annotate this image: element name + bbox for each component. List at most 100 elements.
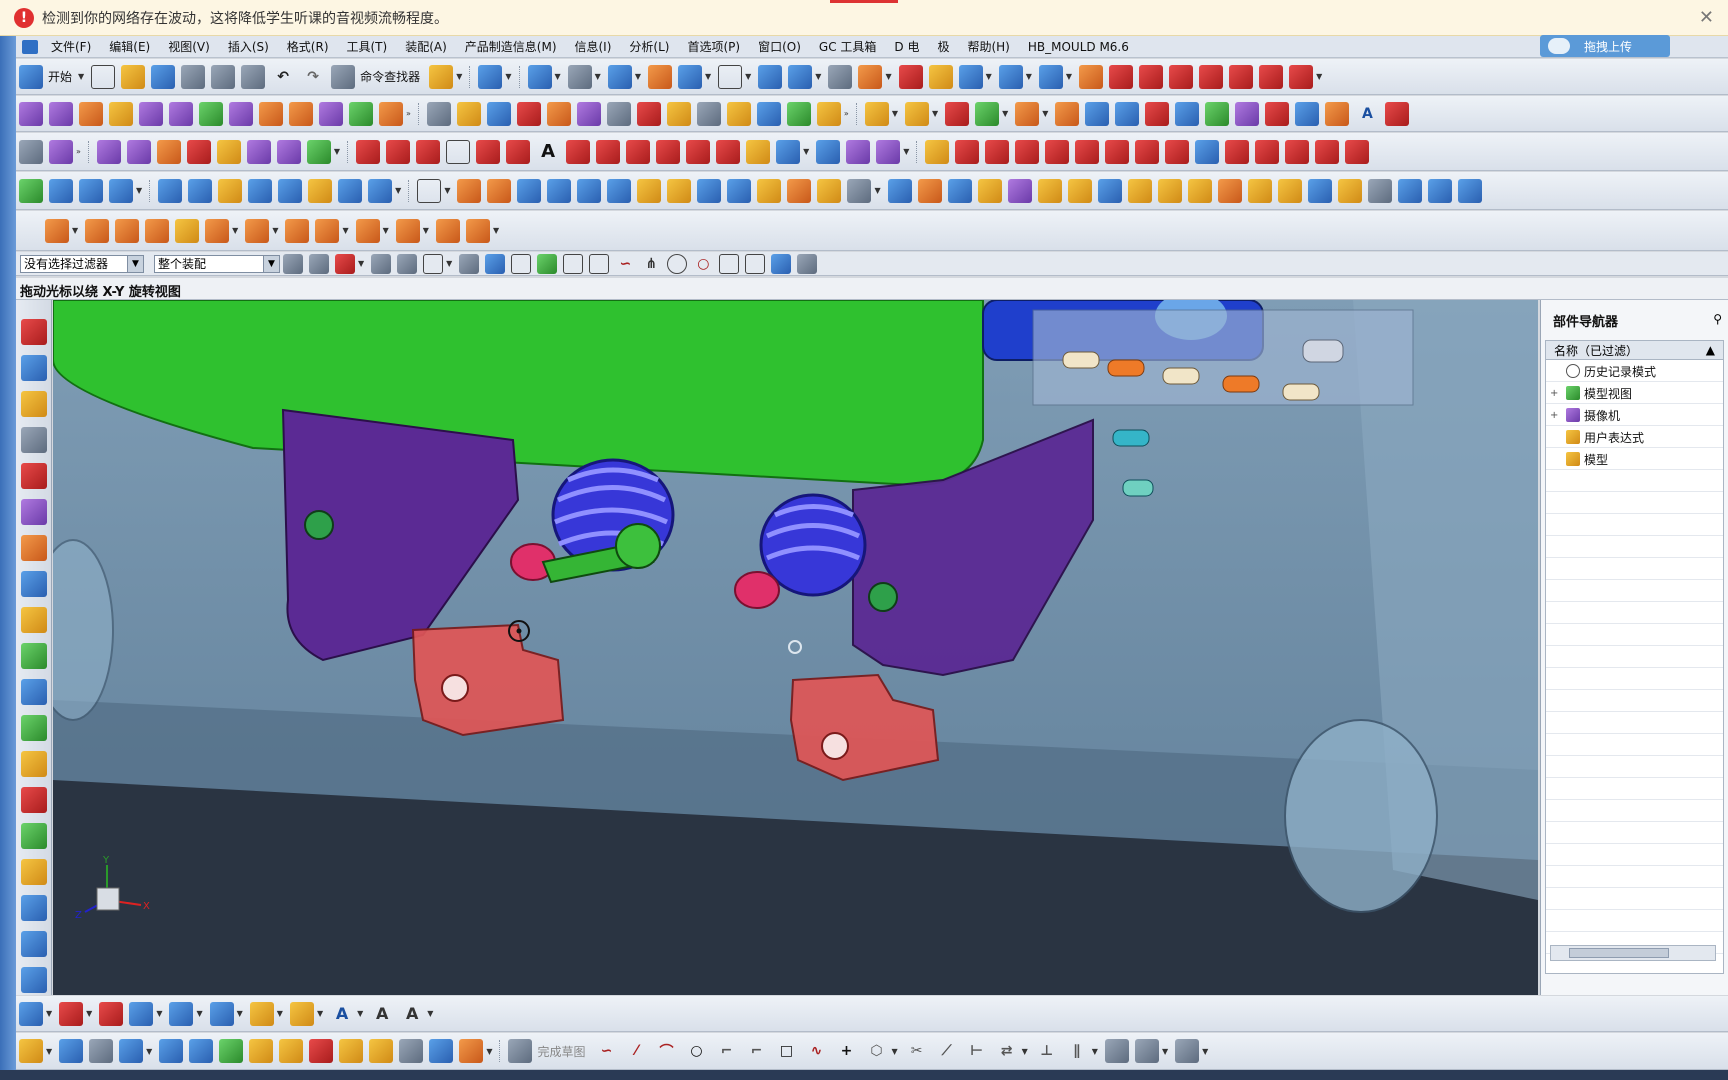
menu-edit[interactable]: 编辑(E) <box>100 38 159 55</box>
layer-icon[interactable] <box>647 64 672 89</box>
sk-polygon-icon[interactable]: ⬡ <box>864 1039 888 1063</box>
sk-line-icon[interactable]: ⁄ <box>624 1039 648 1063</box>
wcs-icon[interactable] <box>758 64 783 89</box>
pack-icon[interactable] <box>1247 178 1272 203</box>
hinge-icon[interactable] <box>756 101 781 126</box>
tree-item-model[interactable]: 模型 <box>1546 448 1723 470</box>
section-curve-icon[interactable] <box>876 139 901 164</box>
history-icon[interactable] <box>20 535 47 561</box>
snap-tangent-icon[interactable] <box>745 253 766 274</box>
menu-gc-toolbox[interactable]: GC 工具箱 <box>810 38 886 55</box>
palette-icon[interactable] <box>1295 101 1320 126</box>
fit-view-icon[interactable] <box>527 64 552 89</box>
bend-icon[interactable] <box>156 139 181 164</box>
tree-item-cameras[interactable]: + 摄像机 <box>1546 404 1723 426</box>
menu-format[interactable]: 格式(R) <box>278 38 338 55</box>
mold-base-icon[interactable] <box>20 787 47 813</box>
sk-corner-icon[interactable]: ⊢ <box>965 1039 989 1063</box>
hexagon-icon[interactable] <box>576 101 601 126</box>
constraint-navigator-icon[interactable] <box>20 355 47 381</box>
grid-sketch-icon[interactable] <box>89 1039 114 1063</box>
frame-icon[interactable] <box>606 101 631 126</box>
copy-box-icon[interactable] <box>847 178 872 203</box>
flat-icon[interactable] <box>1367 178 1392 203</box>
curve-tool-icon[interactable] <box>1079 64 1104 89</box>
snap-line-icon[interactable] <box>563 253 584 274</box>
sweep-icon[interactable] <box>349 101 373 126</box>
folder-left-icon[interactable] <box>20 859 47 885</box>
horizontal-scrollbar[interactable] <box>1550 945 1716 961</box>
hd3d-icon[interactable] <box>20 463 47 489</box>
ellipse-icon[interactable] <box>566 139 591 164</box>
mw-base-icon[interactable] <box>315 218 340 243</box>
parallel-icon[interactable] <box>1015 139 1040 164</box>
sk-spline-icon[interactable]: ∿ <box>804 1039 828 1063</box>
gdt-icon[interactable] <box>289 1001 314 1026</box>
moon2-icon[interactable] <box>1187 178 1212 203</box>
sketch-plane-icon[interactable] <box>59 1039 84 1063</box>
open-folder-icon[interactable] <box>121 64 146 89</box>
expand-toggle[interactable]: + <box>1550 388 1562 399</box>
type-filter-select[interactable]: 没有选择过滤器 ▼ <box>20 254 144 273</box>
menu-help[interactable]: 帮助(H) <box>958 38 1018 55</box>
select-region-icon[interactable] <box>335 253 355 274</box>
blank-icon[interactable] <box>417 178 442 203</box>
gear-icon[interactable] <box>1205 101 1230 126</box>
menu-hb-mould[interactable]: HB_MOULD M6.6 <box>1019 40 1138 54</box>
sk-extend-icon[interactable]: ⟋ <box>935 1039 959 1063</box>
drafting-icon[interactable] <box>958 64 983 89</box>
divide-face-icon[interactable] <box>319 101 343 126</box>
sk-mirror-icon[interactable]: ⇄ <box>995 1039 1019 1063</box>
chamfer-icon[interactable] <box>276 139 301 164</box>
cube-view-icon[interactable] <box>607 64 632 89</box>
line-icon[interactable] <box>356 139 381 164</box>
sheet-icon[interactable] <box>19 101 43 126</box>
table2-icon[interactable] <box>209 1001 234 1026</box>
box4-icon[interactable] <box>607 178 632 203</box>
binoculars-icon[interactable] <box>331 64 356 89</box>
dash-icon[interactable] <box>1135 139 1160 164</box>
folder-part-icon[interactable] <box>456 101 481 126</box>
plug-icon[interactable] <box>1067 178 1092 203</box>
background-icon[interactable] <box>718 64 743 89</box>
grid-icon[interactable] <box>486 101 511 126</box>
redo-icon[interactable]: ↷ <box>301 65 325 89</box>
solid-cube-icon[interactable] <box>158 178 183 203</box>
menu-pmi[interactable]: 产品制造信息(M) <box>456 38 566 55</box>
flag-icon[interactable] <box>977 178 1002 203</box>
landscape-icon[interactable] <box>816 101 841 126</box>
drawing-sheet-icon[interactable] <box>19 1001 43 1026</box>
rect-select-icon[interactable] <box>423 253 444 274</box>
pillar-icon[interactable] <box>757 178 782 203</box>
surface-icon[interactable] <box>49 101 73 126</box>
join-icon[interactable] <box>716 139 741 164</box>
offset-surface-icon[interactable] <box>229 101 253 126</box>
feature-rule-icon[interactable] <box>397 253 418 274</box>
flatten-icon[interactable] <box>248 178 273 203</box>
bracket-icon[interactable] <box>1285 139 1310 164</box>
graphics-window[interactable]: Y X Z <box>53 300 1538 995</box>
select-icon[interactable] <box>478 64 503 89</box>
pencil2-icon[interactable] <box>1277 178 1302 203</box>
box2-icon[interactable] <box>547 178 572 203</box>
sketch-list-icon[interactable] <box>429 1039 454 1063</box>
mw-slider-icon[interactable] <box>435 218 460 243</box>
move-object-icon[interactable] <box>788 64 813 89</box>
cube-yellow-icon[interactable] <box>1037 178 1062 203</box>
mw-workpiece-icon[interactable] <box>145 218 170 243</box>
mw-csys-icon[interactable] <box>85 218 110 243</box>
revolve-icon[interactable] <box>189 1039 214 1063</box>
eraser-icon[interactable] <box>96 139 121 164</box>
curve-rule-icon[interactable] <box>371 253 392 274</box>
target-icon[interactable] <box>1345 139 1370 164</box>
bounded-plane-icon[interactable] <box>139 101 163 126</box>
snap-quadrant-icon[interactable]: ○ <box>693 254 713 274</box>
finish-sketch-label[interactable]: 完成草图 <box>537 1043 585 1060</box>
sk-convert-icon[interactable] <box>1175 1039 1200 1063</box>
measure-icon[interactable] <box>998 64 1023 89</box>
divide-icon[interactable] <box>1139 64 1164 89</box>
shield-icon[interactable] <box>487 178 512 203</box>
distance-icon[interactable] <box>1038 64 1063 89</box>
menu-info[interactable]: 信息(I) <box>566 38 621 55</box>
bricks-icon[interactable] <box>787 178 812 203</box>
